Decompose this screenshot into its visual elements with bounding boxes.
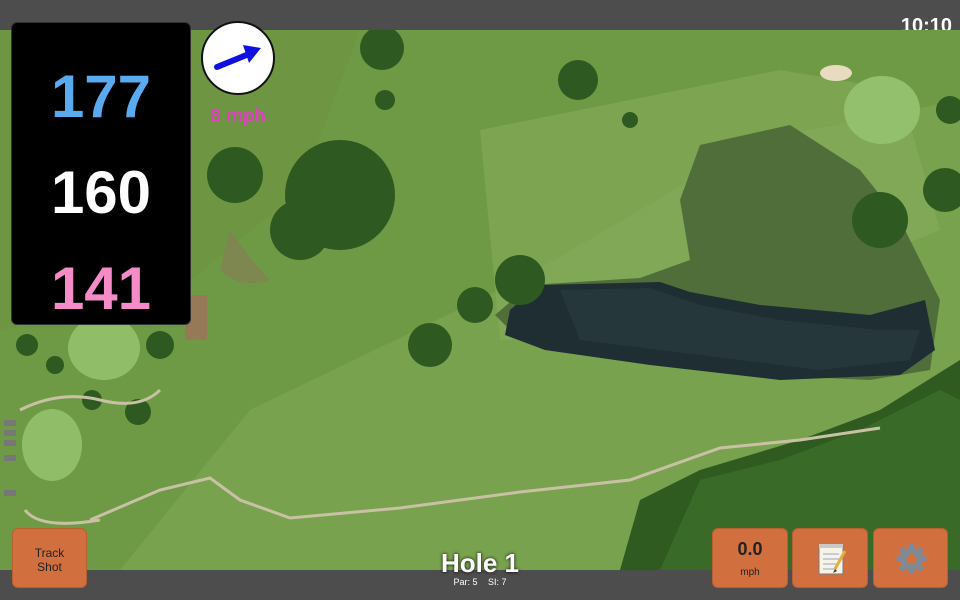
back-distance: 177 [50, 63, 152, 130]
wind-speed-label: 8 mph [210, 106, 266, 127]
wind-indicator [201, 21, 275, 95]
middle-distance: 160 [50, 159, 152, 226]
speed-unit: mph [740, 567, 760, 578]
track-shot-label-line1: Track [34, 546, 65, 560]
hole-info: Par: 5 SI: 7 [380, 577, 580, 587]
hole-title: Hole 1 [440, 548, 520, 578]
speed-value: 0.0 [737, 539, 763, 559]
track-shot-label-line2: Shot [37, 560, 62, 574]
par-label: Par: 5 [453, 577, 478, 587]
notes-button[interactable] [792, 528, 868, 588]
speed-button[interactable]: 0.0 mph [712, 528, 788, 588]
settings-button[interactable] [873, 528, 948, 588]
distance-panel: 177 160 141 [11, 22, 191, 325]
track-shot-button[interactable]: Track Shot [12, 528, 87, 588]
notepad-icon [818, 544, 847, 575]
stroke-index-label: SI: 7 [488, 577, 507, 587]
arrow-icon [214, 45, 261, 70]
gear-icon [896, 544, 927, 574]
front-distance: 141 [50, 255, 152, 322]
